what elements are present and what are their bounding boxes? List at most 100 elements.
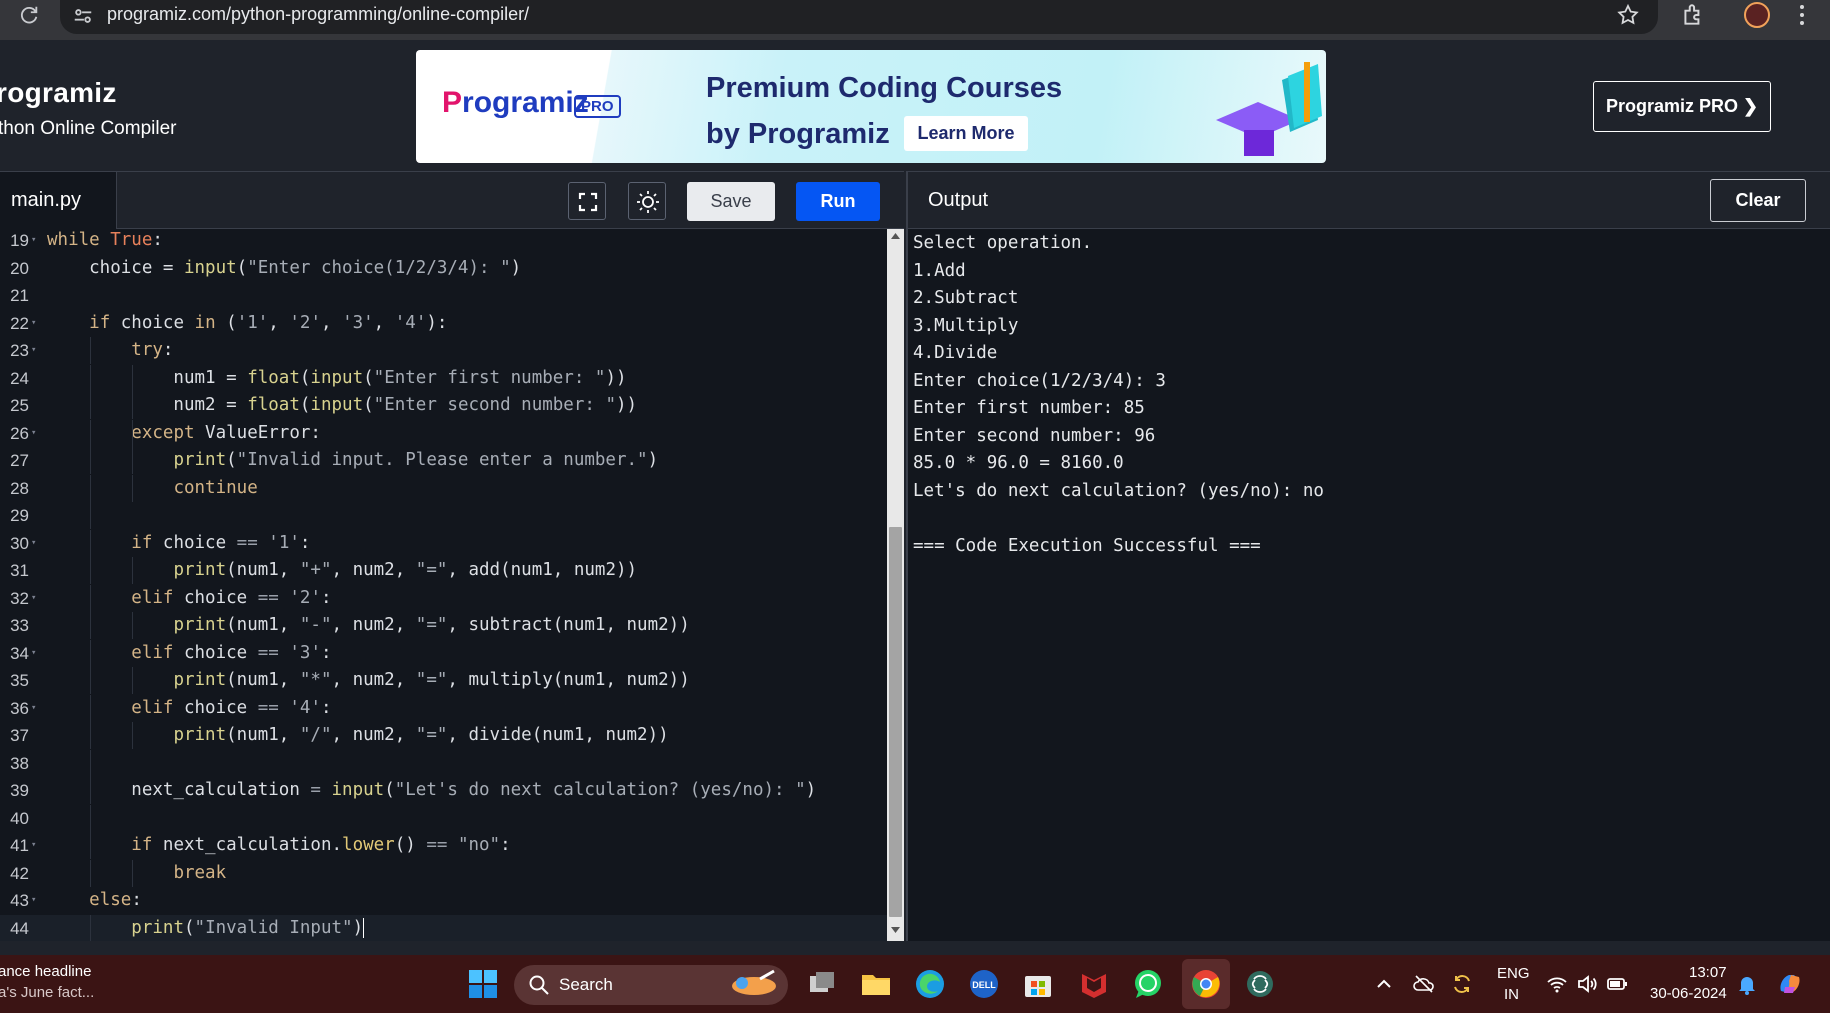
chrome-icon[interactable] bbox=[1188, 966, 1224, 1002]
clear-button[interactable]: Clear bbox=[1710, 179, 1806, 222]
fold-toggle-icon[interactable]: ▾ bbox=[31, 585, 36, 612]
fold-toggle-icon[interactable]: ▾ bbox=[31, 695, 36, 722]
dell-app-icon[interactable]: DELL bbox=[966, 966, 1002, 1002]
whatsapp-icon[interactable] bbox=[1130, 966, 1166, 1002]
ai-assistant-icon[interactable] bbox=[1242, 966, 1278, 1002]
notification-bell-icon[interactable] bbox=[1735, 972, 1759, 996]
code-line[interactable]: 32 ▾ elif choice == '2': bbox=[0, 585, 887, 612]
programiz-pro-button[interactable]: Programiz PRO ❯ bbox=[1593, 81, 1771, 132]
edge-browser-icon[interactable] bbox=[912, 966, 948, 1002]
code-line[interactable]: 36 ▾ elif choice == '4': bbox=[0, 695, 887, 722]
code-line[interactable]: 26 ▾ except ValueError: bbox=[0, 420, 887, 447]
promo-banner[interactable]: Programiz PRO Premium Coding Courses by … bbox=[416, 50, 1326, 163]
extensions-icon[interactable] bbox=[1680, 2, 1706, 28]
code-text[interactable]: choice = input("Enter choice(1/2/3/4): "… bbox=[47, 255, 521, 282]
code-line[interactable]: 28 continue bbox=[0, 475, 887, 502]
code-text[interactable]: break bbox=[47, 860, 226, 887]
keyboard-region[interactable]: IN bbox=[1504, 986, 1519, 1003]
clock-date[interactable]: 30-06-2024 bbox=[1650, 985, 1727, 1002]
language-indicator[interactable]: ENG bbox=[1497, 965, 1530, 982]
code-line[interactable]: 23 ▾ try: bbox=[0, 337, 887, 364]
code-text[interactable]: if next_calculation.lower() == "no": bbox=[47, 832, 510, 859]
code-text[interactable]: continue bbox=[47, 475, 257, 502]
fold-toggle-icon[interactable]: ▾ bbox=[31, 530, 36, 557]
microsoft-store-icon[interactable] bbox=[1020, 966, 1056, 1002]
battery-icon[interactable] bbox=[1605, 972, 1629, 996]
bookmark-star-icon[interactable] bbox=[1616, 3, 1640, 27]
code-line[interactable]: 25 num2 = float(input("Enter second numb… bbox=[0, 392, 887, 419]
show-hidden-icons-chevron-icon[interactable] bbox=[1372, 972, 1396, 996]
code-line[interactable]: 43 ▾ else: bbox=[0, 887, 887, 914]
volume-icon[interactable] bbox=[1575, 972, 1599, 996]
code-line[interactable]: 24 num1 = float(input("Enter first numbe… bbox=[0, 365, 887, 392]
code-line[interactable]: 42 break bbox=[0, 860, 887, 887]
copilot-icon[interactable] bbox=[1775, 969, 1805, 999]
code-line[interactable]: 30 ▾ if choice == '1': bbox=[0, 530, 887, 557]
code-text[interactable]: while True: bbox=[47, 229, 163, 254]
news-widget-subtitle[interactable]: a's June fact... bbox=[0, 984, 94, 1001]
learn-more-button[interactable]: Learn More bbox=[904, 116, 1028, 151]
run-button[interactable]: Run bbox=[796, 182, 880, 221]
theme-toggle-button[interactable] bbox=[628, 182, 666, 220]
code-line[interactable]: 34 ▾ elif choice == '3': bbox=[0, 640, 887, 667]
task-view-icon[interactable] bbox=[804, 966, 840, 1002]
sync-icon[interactable] bbox=[1450, 972, 1474, 996]
windows-start-icon[interactable] bbox=[467, 968, 499, 1000]
code-line[interactable]: 37 print(num1, "/", num2, "=", divide(nu… bbox=[0, 722, 887, 749]
code-line[interactable]: 29 bbox=[0, 502, 887, 529]
onedrive-icon[interactable] bbox=[1412, 972, 1436, 996]
output-console[interactable]: Select operation. 1.Add 2.Subtract 3.Multip… bbox=[906, 229, 1830, 941]
file-tab-main[interactable]: main.py bbox=[0, 172, 117, 229]
code-text[interactable]: num1 = float(input("Enter first number: … bbox=[47, 365, 626, 392]
code-text[interactable]: else: bbox=[47, 887, 142, 914]
wifi-icon[interactable] bbox=[1545, 972, 1569, 996]
fold-toggle-icon[interactable]: ▾ bbox=[31, 229, 36, 254]
code-text[interactable]: next_calculation = input("Let's do next … bbox=[47, 777, 816, 804]
code-line[interactable]: 31 print(num1, "+", num2, "=", add(num1,… bbox=[0, 557, 887, 584]
code-text[interactable]: print(num1, "+", num2, "=", add(num1, nu… bbox=[47, 557, 637, 584]
code-text[interactable]: print(num1, "-", num2, "=", subtract(num… bbox=[47, 612, 689, 639]
code-line[interactable]: 41 ▾ if next_calculation.lower() == "no": bbox=[0, 832, 887, 859]
profile-avatar[interactable] bbox=[1744, 2, 1770, 28]
save-button[interactable]: Save bbox=[687, 182, 775, 221]
reload-icon[interactable] bbox=[18, 4, 40, 26]
code-line[interactable]: 39 next_calculation = input("Let's do ne… bbox=[0, 777, 887, 804]
code-text[interactable]: if choice in ('1', '2', '3', '4'): bbox=[47, 310, 447, 337]
code-line[interactable]: 44 print("Invalid Input") bbox=[0, 915, 887, 941]
code-line[interactable]: 35 print(num1, "*", num2, "=", multiply(… bbox=[0, 667, 887, 694]
scroll-down-arrow-icon[interactable] bbox=[890, 924, 901, 935]
code-editor[interactable]: 19 ▾ while True: 20 choice = input("Enter c… bbox=[0, 229, 887, 941]
taskbar-search[interactable]: Search bbox=[514, 965, 788, 1005]
fold-toggle-icon[interactable]: ▾ bbox=[31, 640, 36, 667]
code-line[interactable]: 33 print(num1, "-", num2, "=", subtract(… bbox=[0, 612, 887, 639]
code-line[interactable]: 21 bbox=[0, 282, 887, 309]
code-line[interactable]: 22 ▾ if choice in ('1', '2', '3', '4'): bbox=[0, 310, 887, 337]
code-line[interactable]: 38 bbox=[0, 750, 887, 777]
file-explorer-icon[interactable] bbox=[858, 966, 894, 1002]
code-text[interactable]: print("Invalid Input") bbox=[47, 915, 365, 941]
url-text[interactable]: programiz.com/python-programming/online-… bbox=[107, 4, 529, 25]
code-text[interactable]: print("Invalid input. Please enter a num… bbox=[47, 447, 658, 474]
code-text[interactable]: try: bbox=[47, 337, 173, 364]
code-text[interactable]: print(num1, "/", num2, "=", divide(num1,… bbox=[47, 722, 668, 749]
fullscreen-button[interactable] bbox=[568, 182, 606, 220]
mcafee-icon[interactable] bbox=[1076, 966, 1112, 1002]
fold-toggle-icon[interactable]: ▾ bbox=[31, 310, 36, 337]
site-info-icon[interactable] bbox=[72, 5, 94, 27]
fold-toggle-icon[interactable]: ▾ bbox=[31, 832, 36, 859]
code-line[interactable]: 20 choice = input("Enter choice(1/2/3/4)… bbox=[0, 255, 887, 282]
clock-time[interactable]: 13:07 bbox=[1689, 964, 1727, 981]
code-text[interactable]: print(num1, "*", num2, "=", multiply(num… bbox=[47, 667, 689, 694]
code-line[interactable]: 19 ▾ while True: bbox=[0, 229, 887, 254]
code-text[interactable]: if choice == '1': bbox=[47, 530, 310, 557]
fold-toggle-icon[interactable]: ▾ bbox=[31, 887, 36, 914]
editor-scrollbar[interactable] bbox=[887, 229, 904, 941]
fold-toggle-icon[interactable]: ▾ bbox=[31, 420, 36, 447]
scroll-up-arrow-icon[interactable] bbox=[890, 231, 901, 242]
code-text[interactable]: num2 = float(input("Enter second number:… bbox=[47, 392, 637, 419]
scrollbar-thumb[interactable] bbox=[889, 527, 902, 917]
code-text[interactable]: except ValueError: bbox=[47, 420, 321, 447]
programiz-logo[interactable]: rogramiz bbox=[0, 77, 117, 109]
code-line[interactable]: 27 print("Invalid input. Please enter a … bbox=[0, 447, 887, 474]
code-line[interactable]: 40 bbox=[0, 805, 887, 832]
